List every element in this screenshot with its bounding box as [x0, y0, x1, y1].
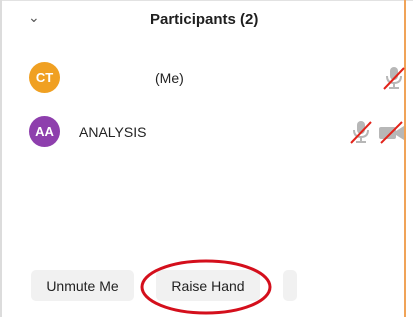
participant-name: ANALYSIS [79, 124, 147, 140]
panel-header: ⌄ Participants (2) [0, 0, 404, 42]
avatar: AA [29, 116, 60, 147]
annotation-circle [140, 259, 272, 315]
participant-row[interactable]: AA ANALYSIS [0, 110, 404, 154]
participant-name: (Me) [155, 70, 184, 86]
avatar: CT [29, 62, 60, 93]
participant-row[interactable]: CT (Me) [0, 56, 407, 100]
unmute-me-button[interactable]: Unmute Me [31, 270, 134, 301]
microphone-muted-icon[interactable] [381, 65, 407, 91]
video-off-icon[interactable] [378, 119, 406, 145]
panel-left-border [0, 0, 2, 317]
microphone-muted-icon[interactable] [348, 119, 374, 145]
chevron-down-icon[interactable]: ⌄ [28, 9, 40, 26]
more-button-partial[interactable] [283, 270, 297, 301]
panel-right-border [404, 0, 406, 317]
participants-panel: ⌄ Participants (2) CT (Me) AA ANALYSIS U… [0, 0, 413, 317]
panel-title: Participants (2) [150, 11, 259, 28]
